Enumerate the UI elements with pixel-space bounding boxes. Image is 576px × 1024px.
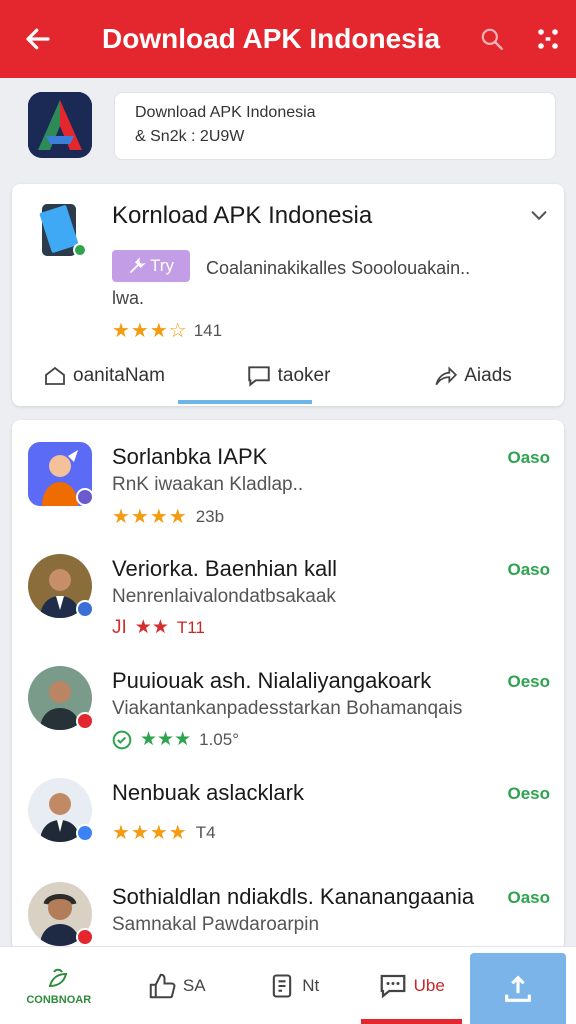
item-subtitle: RnK iwaakan Kladlap..: [112, 474, 304, 495]
verified-badge: [76, 928, 94, 946]
nav-document[interactable]: Nt: [235, 947, 353, 1024]
try-tag-label: Try: [150, 256, 174, 275]
action-share-label: Aiads: [464, 365, 512, 386]
item-subtitle: Samnakal Pawdaroarpin: [112, 914, 320, 935]
nav-chat-label: Ube: [413, 975, 445, 995]
item-name: Sorlanbka IAPK: [112, 444, 268, 469]
try-tag[interactable]: Try: [112, 250, 190, 282]
featured-card[interactable]: Kornload APK Indonesia Try Coalaninakika…: [12, 184, 564, 406]
action-share[interactable]: Aiads: [380, 356, 564, 396]
app-list: Sorlanbka IAPK RnK iwaakan Kladlap.. ★★★…: [12, 420, 564, 950]
verified-badge: [76, 600, 94, 618]
nav-like-label: SA: [182, 975, 206, 995]
featured-description-2: lwa.: [112, 288, 145, 308]
verified-badge: [76, 712, 94, 730]
nav-upload[interactable]: [470, 953, 566, 1024]
list-item[interactable]: Veriorka. Baenhian kall Nenrenlaivalonda…: [12, 538, 564, 648]
price-label[interactable]: Oaso: [507, 560, 550, 580]
bottom-navigation: CONBNOAR SA Nt Ube: [0, 946, 576, 1024]
featured-title: Kornload APK Indonesia: [112, 202, 373, 229]
wrench-icon: [130, 257, 146, 273]
item-rating: JI ★★ T11: [112, 616, 205, 639]
app-logo-graphic: [28, 92, 92, 158]
item-subtitle: Nenrenlaivalondatbsakaak: [112, 586, 336, 607]
rating-count: 1.05°: [199, 729, 239, 749]
rating-prefix: JI: [112, 616, 127, 638]
document-icon: [273, 973, 292, 998]
item-name: Nenbuak aslacklark: [112, 780, 304, 805]
grid-dots-icon: [538, 29, 558, 49]
expand-button[interactable]: [528, 204, 550, 226]
more-button[interactable]: [520, 0, 576, 78]
app-info-line-1: Download APK Indonesia: [135, 104, 316, 121]
chat-bubble-icon: [247, 366, 270, 387]
price-label[interactable]: Oaso: [507, 888, 550, 908]
star-rating: ★★★☆: [112, 320, 188, 342]
share-icon: [435, 366, 458, 386]
app-info-box[interactable]: Download APK Indonesia & Sn2k : 2U9W: [114, 92, 556, 160]
price-label[interactable]: Oaso: [507, 448, 550, 468]
star-rating: ★★: [134, 617, 169, 638]
item-name: Sothialdlan ndiakdls. Kananangaania: [112, 884, 475, 909]
item-name: Veriorka. Baenhian kall: [112, 556, 338, 581]
item-name: Puuiouak ash. Nialaliyangakoark: [112, 668, 432, 693]
verified-badge: [76, 824, 94, 842]
nav-chat[interactable]: Ube: [353, 947, 471, 1024]
nav-home[interactable]: CONBNOAR: [0, 947, 118, 1024]
home-leaf-icon: [48, 968, 68, 987]
price-label[interactable]: Oeso: [507, 672, 550, 692]
rating-count: T4: [195, 822, 216, 842]
app-info-line-2: & Sn2k : 2U9W: [135, 128, 245, 145]
action-home-label: oanitaNam: [73, 365, 165, 386]
star-rating: ★★★: [140, 729, 192, 750]
thumbs-up-icon: [149, 973, 176, 998]
search-icon: [481, 28, 503, 50]
phone-app-icon: [30, 198, 94, 262]
active-tab-indicator: [178, 400, 312, 404]
action-chat[interactable]: taoker: [196, 356, 380, 396]
search-button[interactable]: [464, 0, 520, 78]
list-item[interactable]: Puuiouak ash. Nialaliyangakoark Viakanta…: [12, 650, 564, 760]
nav-document-label: Nt: [302, 975, 320, 995]
action-chat-label: taoker: [277, 365, 331, 386]
featured-rating: ★★★☆ 141: [112, 318, 222, 343]
item-rating: ★★★★ 23b: [112, 504, 224, 529]
top-app-bar: Download APK Indonesia: [0, 0, 576, 78]
item-subtitle: Viakantankanpadesstarkan Bohamanqais: [112, 698, 463, 719]
item-rating: ★★★★ T4: [112, 820, 216, 845]
check-circle-icon: [112, 730, 132, 749]
arrow-left-icon: [26, 28, 50, 50]
rating-count: T11: [176, 617, 205, 637]
price-label[interactable]: Oeso: [507, 784, 550, 804]
list-item[interactable]: Sothialdlan ndiakdls. Kananangaania Samn…: [12, 866, 564, 950]
star-rating: ★★★★: [112, 506, 188, 528]
chevron-down-icon: [531, 211, 547, 221]
app-banner: Download APK Indonesia & Sn2k : 2U9W: [0, 78, 576, 172]
star-rating: ★★★★: [112, 822, 188, 844]
list-item[interactable]: Nenbuak aslacklark ★★★★ T4 Oeso: [12, 762, 564, 872]
home-outline-icon: [45, 366, 65, 385]
back-button[interactable]: [0, 0, 76, 78]
verified-badge: [76, 488, 94, 506]
chat-icon: [380, 974, 406, 998]
page-title: Download APK Indonesia: [102, 23, 441, 54]
item-rating: ★★★ 1.05°: [112, 728, 239, 751]
rating-count: 23b: [195, 506, 225, 526]
rating-count: 141: [193, 320, 223, 340]
list-item[interactable]: Sorlanbka IAPK RnK iwaakan Kladlap.. ★★★…: [12, 426, 564, 536]
featured-description: Coalaninakikalles Sooolouakain..: [206, 258, 471, 278]
app-logo[interactable]: [28, 92, 92, 158]
upload-icon: [505, 974, 531, 1002]
featured-actions: oanitaNam taoker Aiads: [12, 356, 564, 396]
nav-home-label: CONBNOAR: [26, 993, 92, 1006]
action-home[interactable]: oanitaNam: [12, 356, 196, 396]
nav-like[interactable]: SA: [118, 947, 236, 1024]
